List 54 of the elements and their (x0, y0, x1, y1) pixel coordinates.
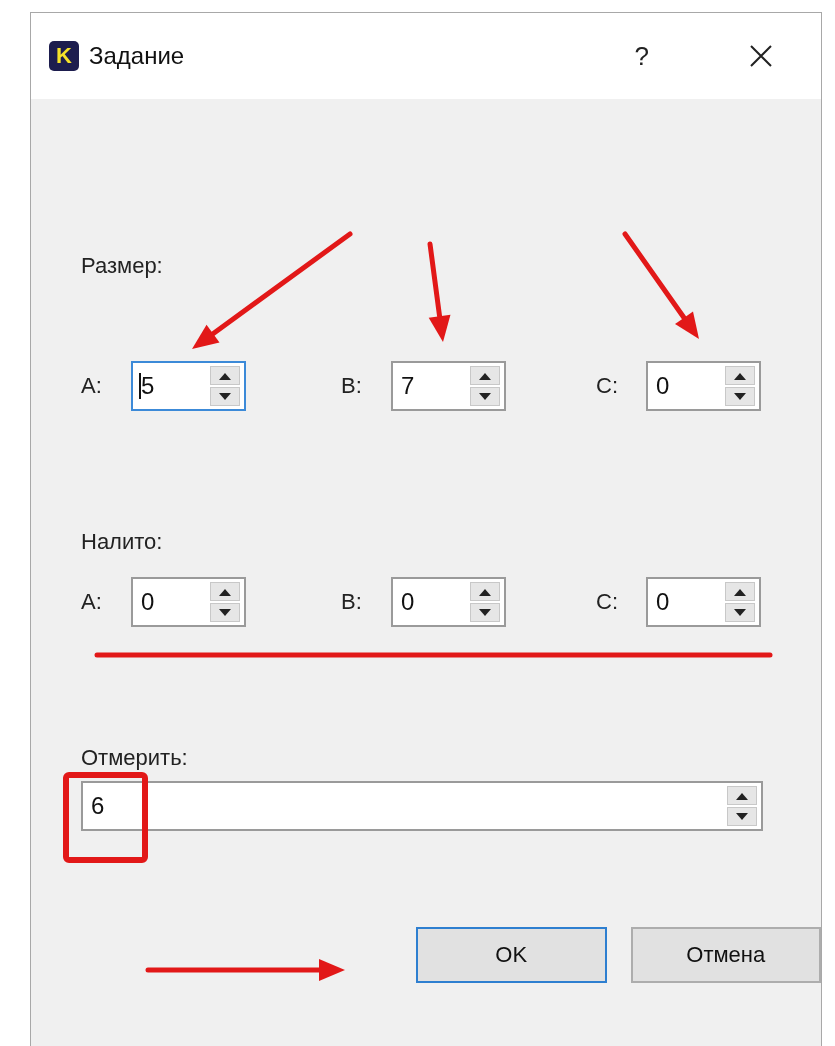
spin-down-button[interactable] (727, 807, 757, 826)
spin-box[interactable]: 0 (646, 361, 761, 411)
spin-down-button[interactable] (210, 603, 240, 622)
down-triangle-icon (734, 392, 746, 401)
spin-box[interactable]: 5 (131, 361, 246, 411)
value-input[interactable]: 0 (393, 579, 470, 625)
down-triangle-icon (479, 392, 491, 401)
spin-up-button[interactable] (470, 582, 500, 601)
section-label: Отмерить: (81, 745, 189, 771)
spin-box[interactable]: 7 (391, 361, 506, 411)
field-label: A: (81, 373, 103, 399)
up-triangle-icon (219, 371, 231, 380)
up-triangle-icon (734, 587, 746, 596)
down-triangle-icon (479, 608, 491, 617)
up-triangle-icon (479, 371, 491, 380)
up-triangle-icon (734, 371, 746, 380)
field-label: B: (341, 589, 363, 615)
field-label: A: (81, 589, 103, 615)
field-label: C: (596, 373, 619, 399)
spin-down-button[interactable] (210, 387, 240, 406)
spin-box[interactable]: 0 (131, 577, 246, 627)
up-triangle-icon (479, 587, 491, 596)
down-triangle-icon (219, 392, 231, 401)
app-logo: K (49, 41, 79, 71)
spin-up-button[interactable] (210, 582, 240, 601)
help-button[interactable]: ? (634, 40, 649, 72)
spin-up-button[interactable] (725, 582, 755, 601)
value-input[interactable]: 0 (648, 579, 725, 625)
value-input[interactable]: 0 (648, 363, 725, 409)
ok-button[interactable]: OK (416, 927, 607, 983)
value-input[interactable]: 7 (393, 363, 470, 409)
down-triangle-icon (219, 608, 231, 617)
up-triangle-icon (219, 587, 231, 596)
spin-down-button[interactable] (725, 387, 755, 406)
spin-down-button[interactable] (725, 603, 755, 622)
close-icon[interactable] (749, 44, 773, 68)
window-title: Задание (89, 42, 186, 70)
spin-box[interactable]: 0 (646, 577, 761, 627)
field-label: C: (596, 589, 619, 615)
cancel-button[interactable]: Отмена (630, 927, 821, 983)
section-label: Размер: (81, 253, 164, 279)
down-triangle-icon (736, 812, 748, 821)
spin-up-button[interactable] (727, 786, 757, 805)
field-label: B: (341, 373, 363, 399)
down-triangle-icon (734, 608, 746, 617)
spin-up-button[interactable] (210, 366, 240, 385)
up-triangle-icon (736, 791, 748, 800)
spin-down-button[interactable] (470, 387, 500, 406)
value-input[interactable]: 0 (133, 579, 210, 625)
spin-up-button[interactable] (470, 366, 500, 385)
section-label: Налито: (81, 529, 164, 555)
spin-box[interactable]: 0 (391, 577, 506, 627)
spin-up-button[interactable] (725, 366, 755, 385)
spin-down-button[interactable] (470, 603, 500, 622)
